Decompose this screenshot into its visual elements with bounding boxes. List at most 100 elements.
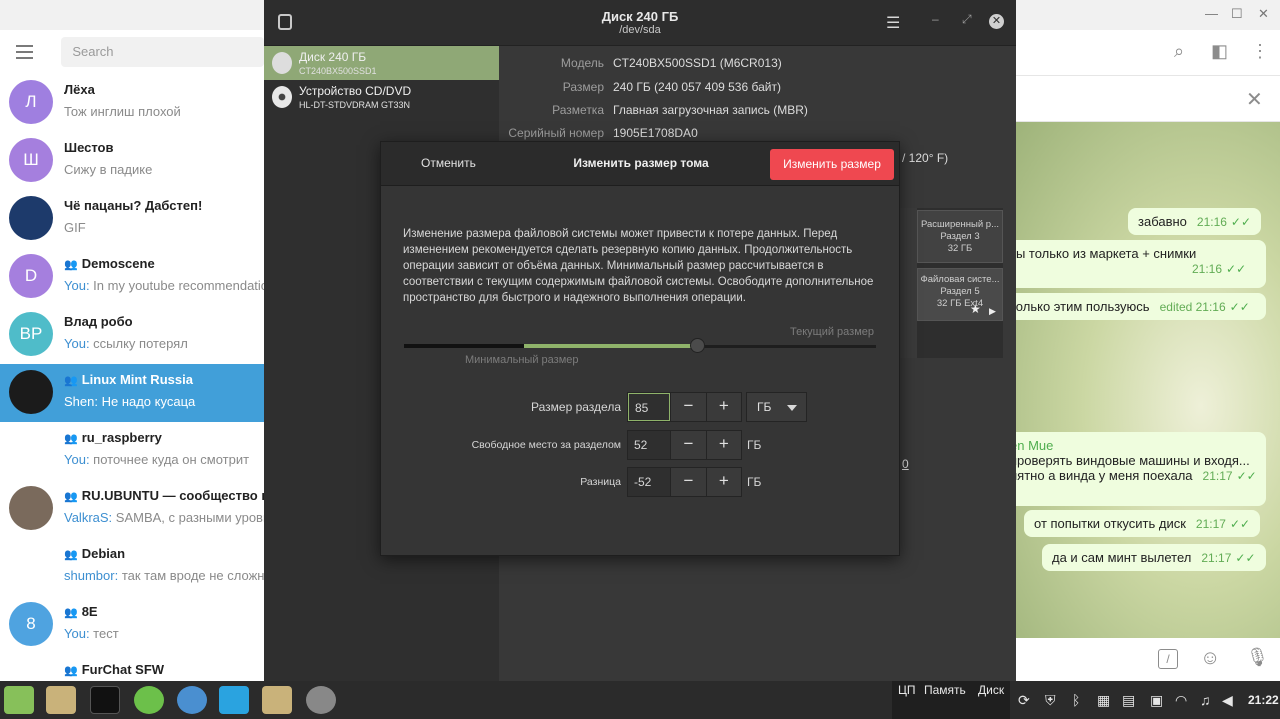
dialog-header: Отменить Изменить размер тома Изменить р… (381, 142, 899, 186)
group-icon: 👥 (64, 433, 78, 445)
chat-item[interactable]: 👥 RU.UBUNTU — сообщество по ValkraS: SAMBA… (0, 480, 293, 538)
temperature-fragment: / 120° F) (902, 151, 949, 165)
commands-icon[interactable]: / (1158, 649, 1178, 669)
free-space-input[interactable]: 52 (628, 431, 670, 459)
decrement-button[interactable]: − (670, 468, 706, 496)
disks-icon[interactable] (306, 686, 336, 714)
preview-text: In my youtube recommendations (89, 278, 282, 293)
partition-size-input[interactable]: 85 (628, 393, 671, 421)
increment-button[interactable]: + (705, 468, 741, 496)
partition-ext4[interactable]: Файловая систе... Раздел 5 32 ГБ Ext4 ★ … (917, 268, 1003, 321)
preview-text: ссылку потерял (89, 336, 188, 351)
chat-title: FurChat SFW (81, 662, 165, 677)
partition-extended[interactable]: Расширенный р... Раздел 3 32 ГБ (917, 210, 1003, 263)
chat-item[interactable]: ВР Влад робо You: ссылку потерял (0, 306, 264, 364)
close-icon[interactable]: ✕ (1258, 6, 1269, 22)
slider-min-region (404, 344, 525, 348)
maximize-icon[interactable]: ⤢ (962, 12, 972, 27)
chromium-icon[interactable] (177, 686, 207, 714)
memory-label: Память (924, 683, 966, 697)
search-row: Search (0, 30, 264, 74)
drive-item-ssd[interactable]: Диск 240 ГБ CT240BX500SSD1 (264, 46, 499, 80)
message-time: edited 21:16 (1159, 300, 1226, 314)
partition-map: Расширенный р... Раздел 3 32 ГБ Файловая… (899, 208, 1003, 358)
group-icon: 👥 (64, 375, 78, 387)
chat-name: Влад робо (64, 314, 133, 329)
preview-text: GIF (64, 220, 86, 235)
menu-icon[interactable] (16, 45, 34, 59)
files-icon[interactable] (46, 686, 76, 714)
clipboard-icon[interactable]: ▣ (1150, 692, 1163, 709)
network-icon[interactable]: ▦ (1097, 692, 1110, 709)
info-link[interactable]: 0 (902, 457, 909, 471)
increment-button[interactable]: + (705, 431, 741, 459)
update-icon[interactable]: ⟳ (1018, 692, 1030, 709)
increment-button[interactable]: + (705, 393, 741, 421)
search-icon[interactable]: ⌕ (1174, 41, 1184, 62)
chat-list-panel: Search Л Лёха Тож инглиш плохой Ш Шестов Сижу… (0, 30, 293, 704)
chat-item[interactable]: 👥 ru_raspberry You: поточнее куда он смотр… (0, 422, 264, 480)
read-check-icon: ✓✓ (1236, 469, 1257, 483)
chat-item[interactable]: Л Лёха Тож инглиш плохой (0, 74, 264, 132)
preview-sender: You: (64, 278, 90, 293)
decrement-button[interactable]: − (670, 393, 706, 421)
more-icon[interactable]: ⋮ (1251, 41, 1269, 62)
message-text: проверять виндовые машины и входя... (1010, 453, 1250, 468)
chat-name: Шестов (64, 140, 113, 155)
minimize-icon[interactable]: — (1205, 6, 1218, 21)
chat-name: Лёха (64, 82, 95, 97)
terminal-icon[interactable] (90, 686, 120, 714)
decrement-button[interactable]: − (670, 431, 706, 459)
chat-title: ru_raspberry (81, 430, 162, 445)
chat-item[interactable]: 👥 Debian shumbor: так там вроде не сложно (0, 538, 272, 596)
keyboard-layout-icon[interactable]: ▤ (1122, 692, 1135, 709)
drive-item-cdrom[interactable]: Устройство CD/DVD HL-DT-STDVDRAM GT33N (264, 80, 499, 114)
clock[interactable]: 21:22 (1248, 693, 1279, 707)
partition-strip (899, 208, 917, 358)
chat-item[interactable]: D 👥 Demoscene You: In my youtube recommenda… (0, 248, 282, 306)
resize-button[interactable]: Изменить размер (770, 149, 894, 180)
maximize-icon[interactable]: ☐ (1231, 6, 1243, 22)
chat-preview: Shen: Не надо кусаца (64, 394, 195, 409)
slider-handle[interactable] (689, 338, 705, 353)
chat-preview: ValkraS: SAMBA, с разными уровнями (64, 510, 293, 525)
minimize-icon[interactable]: – (932, 12, 939, 26)
folder-icon[interactable] (262, 686, 292, 714)
shield-icon[interactable]: ⛨ (1045, 692, 1056, 709)
wifi-icon[interactable]: ◠ (1175, 692, 1187, 709)
volume-icon[interactable]: ◀ (1222, 692, 1233, 709)
bluetooth-icon[interactable]: ᛒ (1072, 692, 1080, 708)
partition-size-spinner: 85 − + (627, 392, 742, 422)
emoji-icon[interactable]: ☺ (1200, 647, 1220, 670)
system-monitor[interactable]: ЦП Память Диск (892, 681, 1010, 719)
info-key: Размер (562, 80, 604, 94)
read-check-icon: ✓✓ (1230, 215, 1252, 229)
sound-icon[interactable]: ♫ (1200, 692, 1211, 708)
drive-model: HL-DT-STDVDRAM GT33N (299, 100, 411, 110)
mint-menu-icon[interactable] (4, 686, 34, 714)
close-pinned-icon[interactable]: ✕ (1246, 87, 1263, 112)
telegram-icon[interactable] (219, 686, 249, 714)
search-input[interactable]: Search (61, 37, 264, 67)
drive-name: Диск 240 ГБ (299, 50, 367, 64)
message-bubble: от попытки откусить диск 21:17 ✓✓ (1024, 510, 1261, 537)
avatar: 8 (9, 602, 53, 646)
web-icon[interactable] (134, 686, 164, 714)
chat-item[interactable]: 👥 Linux Mint Russia Shen: Не надо кусаца (0, 364, 264, 422)
group-icon: 👥 (64, 665, 78, 677)
sidebar-toggle-icon[interactable]: ◧ (1211, 41, 1228, 62)
info-key: Разметка (552, 103, 604, 117)
close-icon[interactable]: ✕ (989, 14, 1004, 29)
menu-icon[interactable]: ☰ (886, 13, 900, 33)
unit-select[interactable]: ГБ (746, 392, 807, 422)
microphone-icon[interactable]: 🎙 (1246, 647, 1269, 668)
chat-item[interactable]: Чё пацаны? Дабстеп! GIF (0, 190, 264, 248)
difference-input[interactable]: -52 (628, 468, 670, 496)
disk-icon (272, 52, 292, 74)
chat-item[interactable]: Ш Шестов Сижу в падике (0, 132, 264, 190)
size-slider[interactable] (404, 338, 876, 353)
chat-list: Л Лёха Тож инглиш плохой Ш Шестов Сижу в пади… (0, 74, 293, 712)
compose-bar: / ☺ 🎙 (1016, 638, 1280, 681)
chat-item[interactable]: 8 👥 8E You: тест (0, 596, 264, 654)
drive-name: Устройство CD/DVD (299, 84, 412, 98)
